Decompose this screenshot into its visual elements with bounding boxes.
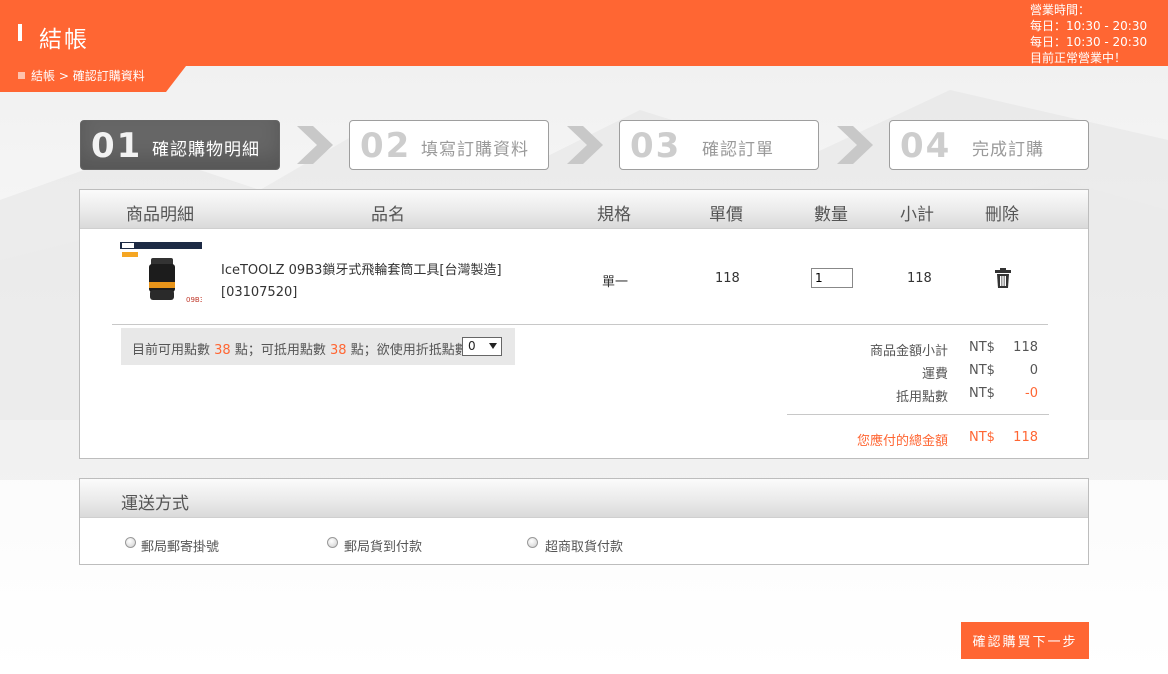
points-text-1: 目前可用點數: [132, 343, 211, 358]
shipping-title: 運送方式: [121, 494, 189, 514]
product-name-line-1[interactable]: IceTOOLZ 09B3鎖牙式飛輪套筒工具[台灣製造]: [221, 260, 502, 282]
breadcrumb-item-checkout[interactable]: 結帳: [31, 69, 55, 83]
points-usable: 38: [330, 343, 347, 358]
col-quantity: 數量: [814, 205, 848, 225]
step-3: 03 確認訂單: [619, 120, 819, 170]
product-subtotal: 118: [907, 271, 932, 286]
option-post-registered[interactable]: 郵局郵寄掛號: [141, 536, 219, 555]
step-4: 04 完成訂購: [889, 120, 1089, 170]
points-select[interactable]: 0: [462, 337, 502, 356]
product-image[interactable]: 09B3: [120, 242, 202, 308]
points-box: 目前可用點數 38 點；可抵用點數 38 點；欲使用折抵點數 0: [121, 328, 515, 365]
hours-line-2: 每日：10:30 - 20:30: [1030, 35, 1148, 49]
col-spec: 規格: [597, 205, 631, 225]
step-number: 04: [900, 126, 952, 166]
points-discount-currency: NT$: [969, 386, 995, 401]
product-image-text: 09B3: [186, 296, 202, 304]
step-label: 完成訂購: [972, 140, 1044, 160]
radio-post-cod[interactable]: [327, 537, 338, 548]
square-icon: [18, 72, 25, 79]
points-text-3: 點；欲使用折抵點數: [350, 343, 468, 358]
chevron-right-icon: [837, 126, 873, 164]
breadcrumb-separator: >: [58, 69, 69, 83]
points-discount-label: 抵用點數: [895, 390, 948, 405]
option-store-pickup[interactable]: 超商取貨付款: [545, 536, 623, 555]
shipping-header: 運送方式: [80, 479, 1088, 518]
step-1: 01 確認購物明細: [80, 120, 280, 170]
step-number: 01: [91, 126, 143, 166]
points-available: 38: [214, 343, 231, 358]
radio-store-pickup[interactable]: [527, 537, 538, 548]
step-label: 填寫訂購資料: [421, 140, 529, 160]
total-label: 您應付的總金額: [856, 434, 948, 449]
product-unit-price: 118: [715, 271, 740, 286]
shipping-panel: 運送方式 郵局郵寄掛號 郵局貨到付款 超商取貨付款: [79, 478, 1089, 565]
hours-label: 營業時間：: [1030, 3, 1091, 17]
header-bar: 結帳 營業時間： 每日：10:30 - 20:30 每日：10:30 - 20:…: [0, 0, 1168, 66]
business-hours: 營業時間： 每日：10:30 - 20:30 每日：10:30 - 20:30 …: [1030, 2, 1147, 66]
shipping-fee-value: 0: [1029, 363, 1038, 378]
caret-down-icon: [489, 343, 497, 349]
subtotal-label: 商品金額小計: [869, 344, 948, 359]
col-product-detail: 商品明細: [126, 205, 194, 225]
subtotal-currency: NT$: [969, 340, 995, 355]
breadcrumb-text: 結帳 > 確認訂購資料: [18, 68, 145, 84]
cart-panel: 商品明細 品名 規格 單價 數量 小計 刪除 09B3 IceTOOLZ 09B…: [79, 189, 1089, 459]
subtotal-value: 118: [1013, 340, 1038, 355]
total-currency: NT$: [969, 430, 995, 445]
col-product-name: 品名: [371, 205, 405, 225]
product-name[interactable]: IceTOOLZ 09B3鎖牙式飛輪套筒工具[台灣製造] [03107520]: [221, 260, 502, 304]
open-status: 目前正常營業中！: [1030, 51, 1127, 65]
total-value: 118: [1013, 430, 1038, 445]
checkout-steps: 01 確認購物明細 02 填寫訂購資料 03 確認訂單 04 完成訂購: [80, 120, 1090, 170]
row-divider: [112, 324, 1048, 325]
breadcrumb-item-confirm: 確認訂購資料: [72, 69, 145, 83]
quantity-input[interactable]: [811, 268, 853, 288]
shipping-fee-label: 運費: [921, 367, 948, 382]
product-spec: 單一: [602, 275, 629, 290]
radio-post-registered[interactable]: [125, 537, 136, 548]
col-subtotal: 小計: [900, 205, 934, 225]
option-post-cod[interactable]: 郵局貨到付款: [344, 536, 422, 555]
step-number: 02: [360, 126, 412, 166]
col-unit-price: 單價: [709, 205, 743, 225]
chevron-right-icon: [567, 126, 603, 164]
breadcrumb: 結帳 > 確認訂購資料: [0, 66, 186, 92]
trash-icon[interactable]: [994, 268, 1012, 288]
shipping-fee-currency: NT$: [969, 363, 995, 378]
hours-line-1: 每日：10:30 - 20:30: [1030, 19, 1148, 33]
title-marker: [18, 24, 22, 41]
summary-divider: [787, 414, 1049, 415]
points-select-value: 0: [468, 339, 476, 353]
page-title: 結帳: [39, 27, 89, 53]
points-text-2: 點；可抵用點數: [234, 343, 326, 358]
step-2: 02 填寫訂購資料: [349, 120, 549, 170]
cart-table-header: 商品明細 品名 規格 單價 數量 小計 刪除: [80, 190, 1088, 229]
step-number: 03: [630, 126, 682, 166]
product-code: [03107520]: [221, 285, 298, 300]
chevron-right-icon: [297, 126, 333, 164]
step-label: 確認訂單: [702, 140, 774, 160]
confirm-next-button[interactable]: 確認購買下一步: [961, 622, 1089, 659]
step-label: 確認購物明細: [152, 140, 260, 160]
col-delete: 刪除: [985, 205, 1019, 225]
points-discount-value: -0: [1025, 386, 1038, 401]
